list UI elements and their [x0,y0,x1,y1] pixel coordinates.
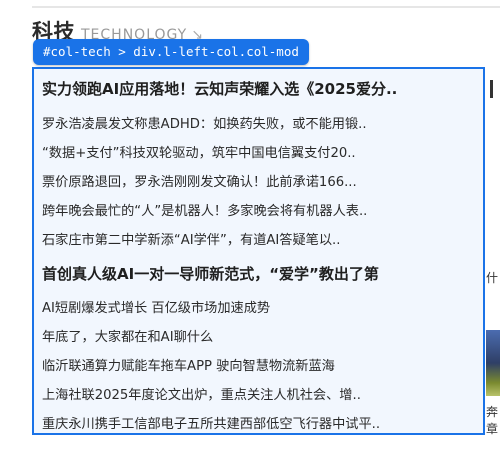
right-column-clipped: 什 奔 章 [486,68,500,448]
tech-news-column: 实力领跑AI应用落地！云知声荣耀入选《2025爱分.. 罗永浩凌晨发文称患ADH… [32,67,485,435]
headline-1[interactable]: 实力领跑AI应用落地！云知声荣耀入选《2025爱分.. [42,78,478,99]
section-top-divider [32,6,500,8]
news-item[interactable]: 重庆永川携手工信部电子五所共建西部低空飞行器中试平.. [42,413,472,432]
news-item[interactable]: 石家庄市第二中学新添“AI学伴”，有道AI答疑笔以.. [42,229,472,248]
news-item[interactable]: 上海社联2025年度论文出炉，重点关注人机社会、增.. [42,384,472,403]
news-item[interactable]: “数据+支付”科技双轮驱动，筑牢中国电信翼支付20.. [42,142,472,161]
news-item[interactable]: 临沂联通算力赋能车拖车APP 驶向智慧物流新蓝海 [42,355,472,374]
right-column-text-3: 章 [486,422,499,436]
news-item[interactable]: 年底了，大家都在和AI聊什么 [42,326,472,345]
news-item[interactable]: 跨年晚会最忙的“人”是机器人！多家晚会将有机器人表.. [42,200,472,219]
news-item[interactable]: 票价原路退回，罗永浩刚刚发文确认！此前承诺166... [42,171,472,190]
news-item[interactable]: AI短剧爆发式增长 百亿级市场加速成势 [42,297,472,316]
right-headline-marker [490,80,493,98]
news-item[interactable]: 罗永浩凌晨发文称患ADHD：如换药失败，或不能用锻.. [42,113,472,132]
right-column-image[interactable] [486,330,500,396]
right-column-text-1: 什 [486,271,499,285]
right-column-text-2: 奔 [486,405,499,419]
headline-2[interactable]: 首创真人级AI一对一导师新范式，“爱学”教出了第 [42,263,478,284]
devtools-element-tooltip: #col-tech > div.l-left-col.col-mod [33,39,309,65]
